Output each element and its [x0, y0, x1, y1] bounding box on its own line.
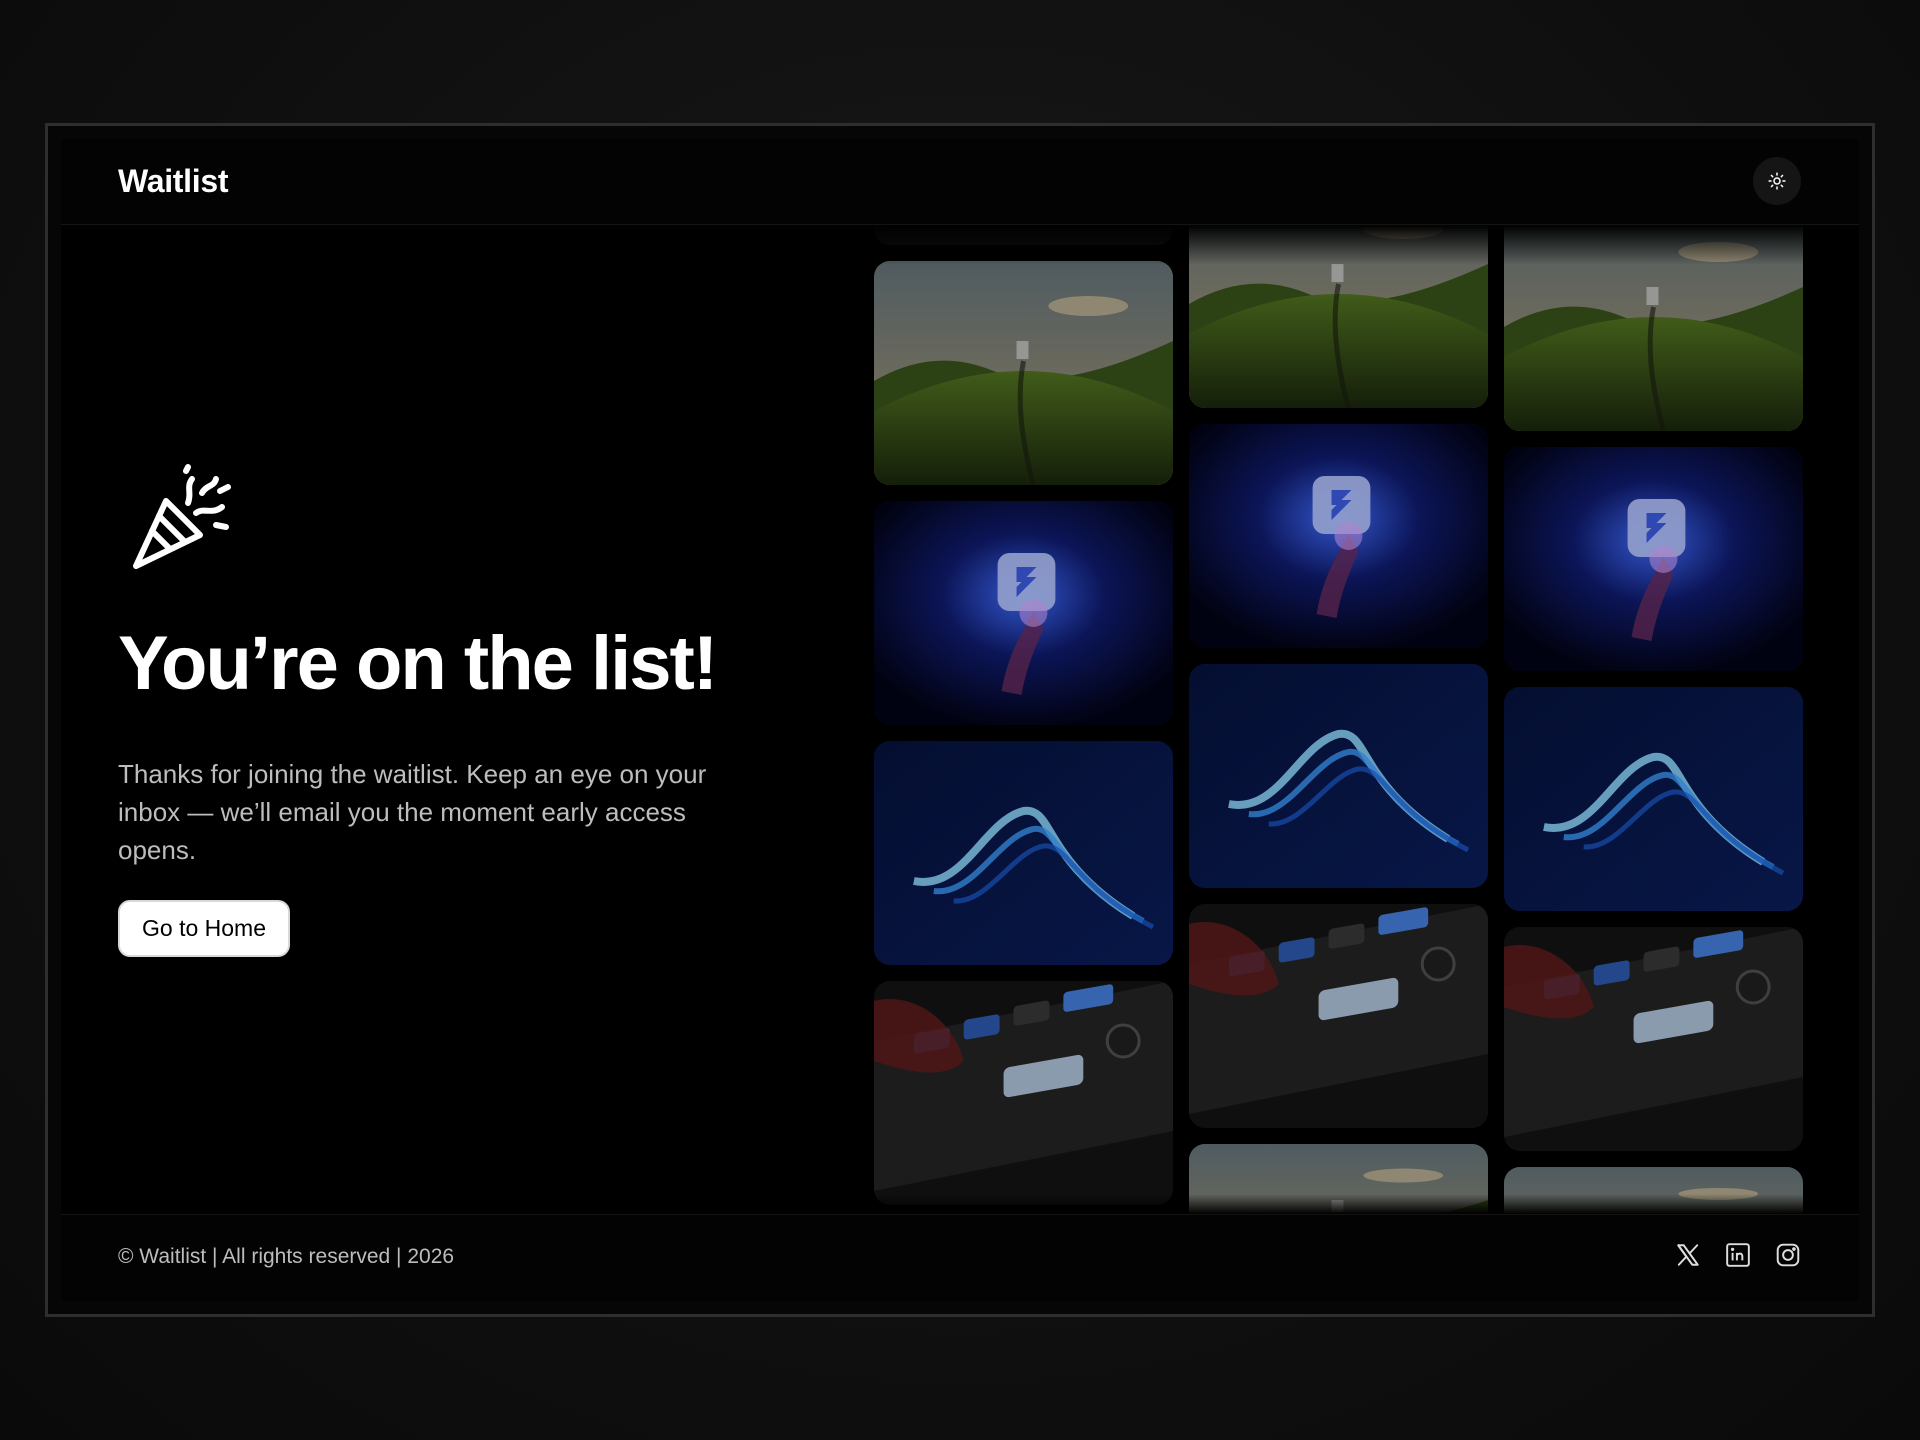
page-window: Waitlist You’re on the list! Thanks for … [61, 139, 1859, 1301]
gallery-column [1189, 139, 1488, 1301]
confirmation-panel: You’re on the list! Thanks for joining t… [118, 225, 818, 1225]
gallery-fade-top [61, 225, 1859, 265]
gallery-fade-bottom [61, 1194, 1859, 1214]
gallery-image-waves [1504, 687, 1803, 911]
x-icon[interactable] [1675, 1242, 1701, 1268]
copyright-text: © Waitlist | All rights reserved | 2026 [118, 1245, 455, 1268]
theme-toggle-button[interactable] [1753, 157, 1801, 205]
gallery-image-hills [874, 261, 1173, 485]
gallery-image-glow-hand [1189, 424, 1488, 648]
gallery-image-glow-hand [1504, 447, 1803, 671]
page-title: You’re on the list! [118, 621, 718, 706]
gallery-image-keyboard [874, 981, 1173, 1205]
gallery-image-keyboard [1504, 927, 1803, 1151]
gallery-column [874, 139, 1173, 1301]
gallery-image-keyboard [1189, 904, 1488, 1128]
sun-icon [1768, 172, 1786, 190]
gallery-image-waves [1189, 664, 1488, 888]
gallery-image-glow-hand [874, 501, 1173, 725]
instagram-icon[interactable] [1775, 1242, 1801, 1268]
party-popper-icon [133, 464, 231, 569]
linkedin-icon[interactable] [1725, 1242, 1751, 1268]
gallery-column [1504, 139, 1803, 1301]
confirmation-description: Thanks for joining the waitlist. Keep an… [118, 759, 707, 865]
brand-logo[interactable]: Waitlist [118, 163, 229, 200]
go-to-home-button[interactable]: Go to Home [118, 900, 290, 957]
browser-frame: Waitlist You’re on the list! Thanks for … [45, 123, 1875, 1317]
site-footer: © Waitlist | All rights reserved | 2026 [61, 1214, 1859, 1301]
site-header: Waitlist [61, 139, 1859, 225]
gallery-image-waves [874, 741, 1173, 965]
social-links [1675, 1242, 1801, 1268]
image-gallery [874, 139, 1819, 1301]
